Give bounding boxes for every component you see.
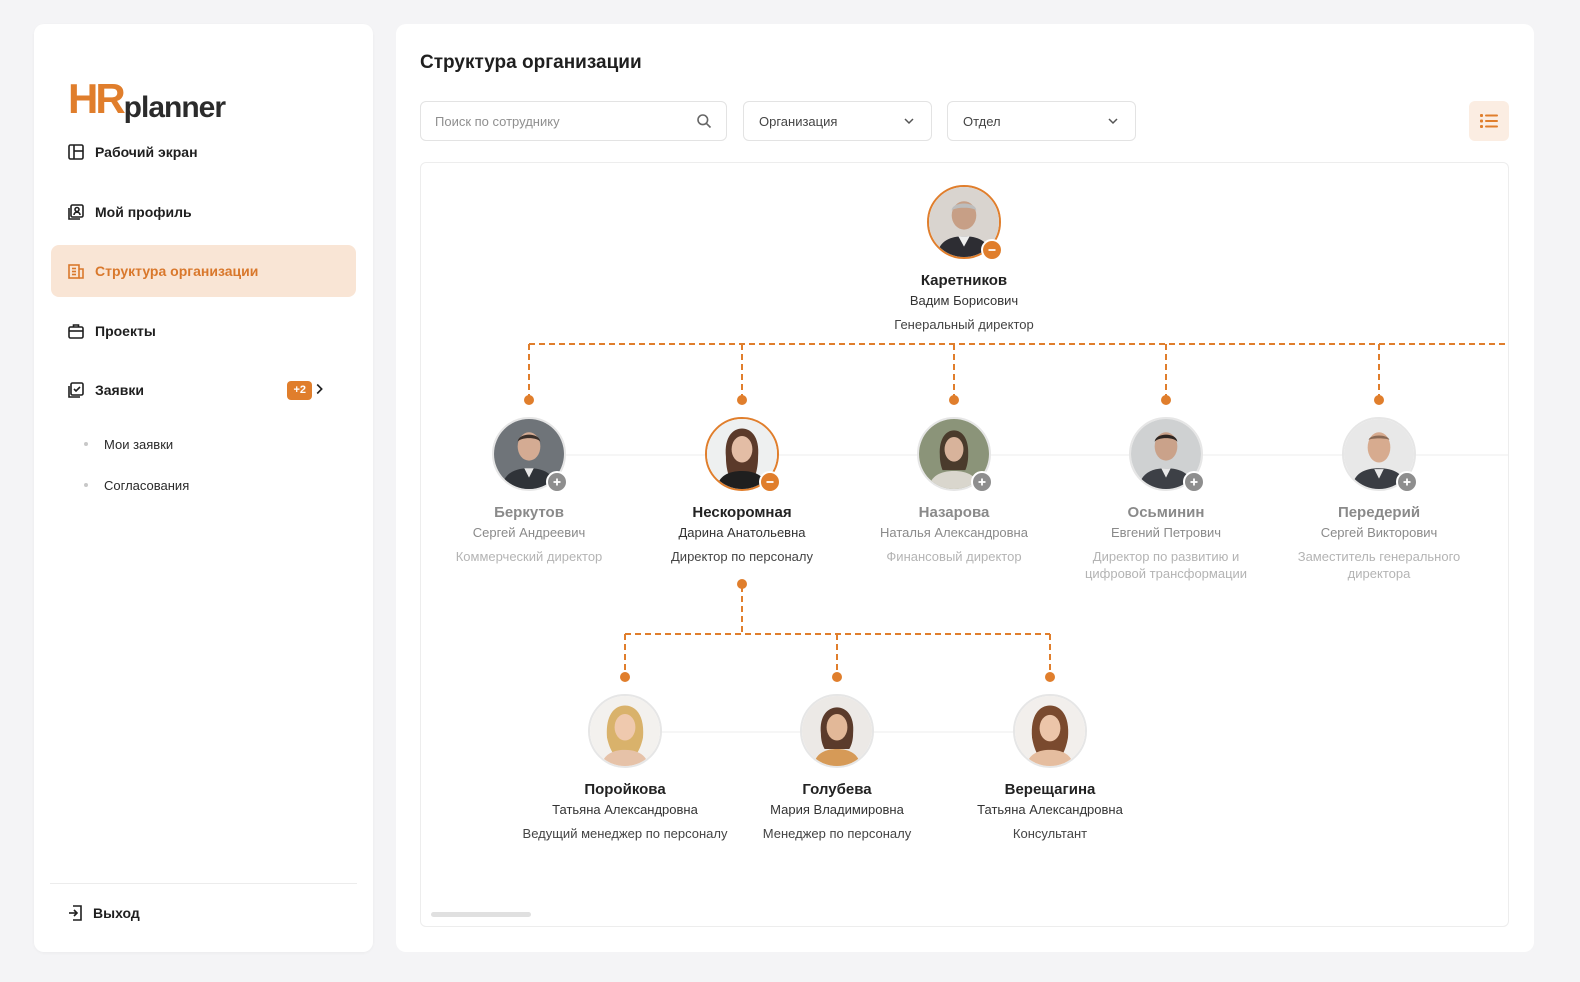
department-select[interactable]: Отдел	[947, 101, 1136, 141]
org-node-root[interactable]: Каретников Вадим Борисович Генеральный д…	[859, 185, 1069, 333]
briefcase-icon	[68, 323, 84, 339]
employee-role: Директор по развитию и цифровой трансфор…	[1084, 549, 1248, 581]
sidebar-item-label: Мой профиль	[95, 203, 192, 220]
employee-first-name: Татьяна Александровна	[552, 802, 698, 817]
sidebar-item-projects[interactable]: Проекты	[51, 305, 356, 357]
page-title: Структура организации	[420, 52, 642, 73]
employee-role: Директор по персоналу	[671, 549, 813, 564]
logo-hr: HR	[68, 75, 126, 122]
employee-role: Заместитель генерального директора	[1297, 549, 1461, 581]
employee-avatar[interactable]	[588, 694, 662, 768]
employee-first-name: Сергей Андреевич	[472, 525, 586, 540]
search-box[interactable]	[420, 101, 727, 141]
employee-last-name: Голубева	[802, 781, 872, 798]
expand-icon[interactable]	[546, 471, 568, 493]
employee-role: Финансовый директор	[886, 549, 1022, 564]
employee-role: Генеральный директор	[894, 317, 1034, 332]
employee-role: Консультант	[1012, 826, 1088, 841]
org-node[interactable]: Передерий Сергей Викторович Заместитель …	[1274, 417, 1484, 582]
employee-last-name: Осьминин	[1127, 504, 1205, 521]
search-input[interactable]	[435, 113, 696, 129]
logout-label: Выход	[93, 905, 140, 921]
employee-last-name: Беркутов	[494, 504, 564, 521]
employee-avatar[interactable]	[917, 417, 993, 493]
employee-first-name: Евгений Петрович	[1110, 525, 1222, 540]
logo[interactable]: HR planner	[68, 75, 226, 123]
employee-last-name: Каретников	[920, 272, 1008, 289]
employee-avatar[interactable]	[492, 417, 568, 493]
sidebar-divider	[50, 883, 357, 884]
employee-first-name: Дарина Анатольевна	[678, 525, 806, 540]
chevron-right-icon[interactable]	[310, 380, 328, 398]
employee-avatar[interactable]	[705, 417, 781, 493]
chevron-down-icon	[904, 118, 914, 125]
sidebar-subitem-label: Согласования	[104, 477, 190, 493]
sidebar-item-dashboard[interactable]: Рабочий экран	[51, 126, 356, 178]
employee-avatar[interactable]	[1013, 694, 1087, 768]
employee-role: Коммерческий директор	[455, 549, 603, 564]
logo-planner: planner	[123, 91, 226, 124]
sidebar-item-org-structure[interactable]: Структура организации	[51, 245, 356, 297]
sidebar-item-label: Заявки	[95, 382, 144, 398]
organization-select[interactable]: Организация	[743, 101, 932, 141]
org-chart-canvas[interactable]: Каретников Вадим Борисович Генеральный д…	[420, 162, 1509, 927]
sidebar-item-requests[interactable]: Заявки +2	[51, 364, 356, 416]
employee-role: Менеджер по персоналу	[762, 826, 912, 841]
employee-last-name: Верещагина	[1004, 781, 1096, 798]
employee-last-name: Назарова	[918, 504, 990, 521]
org-node[interactable]: Назарова Наталья Александровна Финансовы…	[849, 417, 1059, 565]
collapse-icon[interactable]	[981, 239, 1003, 261]
sidebar-item-profile[interactable]: Мой профиль	[51, 186, 356, 238]
department-select-value: Отдел	[963, 113, 1001, 129]
bullet-dot	[84, 483, 88, 487]
expand-icon[interactable]	[971, 471, 993, 493]
sidebar: HR planner Рабочий экран Мой профиль Стр…	[34, 24, 373, 952]
org-structure-icon	[68, 264, 84, 279]
horizontal-scrollbar[interactable]	[431, 912, 531, 917]
org-node[interactable]: Нескоромная Дарина Анатольевна Директор …	[637, 417, 847, 565]
employee-avatar[interactable]	[927, 185, 1003, 261]
sidebar-subitem-label: Мои заявки	[104, 436, 174, 452]
collapse-icon[interactable]	[759, 471, 781, 493]
sidebar-item-label: Проекты	[95, 322, 156, 339]
logout-button[interactable]: Выход	[66, 904, 140, 922]
employee-role: Ведущий менеджер по персоналу	[522, 826, 728, 841]
employee-first-name: Татьяна Александровна	[977, 802, 1123, 817]
sidebar-item-label: Рабочий экран	[95, 144, 198, 160]
employee-avatar[interactable]	[1342, 417, 1418, 493]
expand-icon[interactable]	[1396, 471, 1418, 493]
employee-avatar[interactable]	[1129, 417, 1205, 493]
employee-first-name: Вадим Борисович	[909, 293, 1019, 308]
chevron-down-icon	[1108, 118, 1118, 125]
employee-last-name: Нескоромная	[692, 504, 792, 521]
dashboard-icon	[68, 144, 84, 160]
expand-icon[interactable]	[1183, 471, 1205, 493]
organization-select-value: Организация	[759, 113, 838, 129]
employee-last-name: Передерий	[1337, 504, 1421, 521]
bullet-dot	[84, 442, 88, 446]
org-node[interactable]: Осьминин Евгений Петрович Директор по ра…	[1061, 417, 1271, 582]
org-node[interactable]: Голубева Мария Владимировна Менеджер по …	[732, 694, 942, 842]
main-panel: Структура организации Организация Отдел	[396, 24, 1534, 952]
employee-first-name: Мария Владимировна	[770, 802, 904, 817]
sidebar-item-label: Структура организации	[95, 263, 259, 279]
org-node[interactable]: Беркутов Сергей Андреевич Коммерческий д…	[424, 417, 634, 565]
employee-avatar[interactable]	[800, 694, 874, 768]
requests-badge: +2	[287, 381, 312, 400]
sidebar-subitem-approvals[interactable]: Согласования	[51, 465, 356, 506]
logout-icon	[69, 905, 82, 921]
employee-last-name: Поройкова	[584, 781, 666, 798]
profile-icon	[68, 203, 84, 220]
list-icon	[1480, 114, 1498, 128]
list-view-button[interactable]	[1469, 101, 1509, 141]
requests-icon	[68, 382, 84, 398]
sidebar-nav: Рабочий экран Мой профиль Структура орга…	[51, 126, 356, 506]
org-node[interactable]: Поройкова Татьяна Александровна Ведущий …	[520, 694, 730, 847]
search-icon[interactable]	[696, 113, 712, 129]
sidebar-subitem-my-requests[interactable]: Мои заявки	[51, 424, 356, 465]
employee-first-name: Наталья Александровна	[880, 525, 1028, 540]
org-node[interactable]: Верещагина Татьяна Александровна Консуль…	[945, 694, 1155, 842]
employee-first-name: Сергей Викторович	[1320, 525, 1438, 540]
